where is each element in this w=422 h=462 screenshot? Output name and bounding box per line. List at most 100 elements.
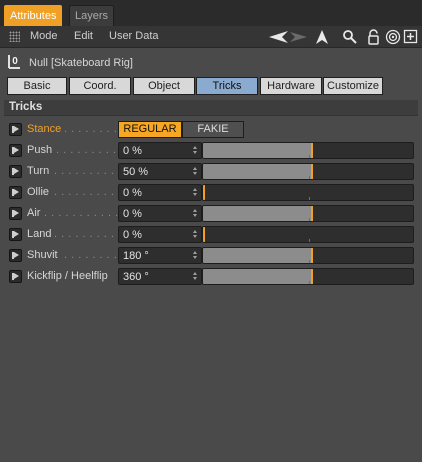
field-value: 180 ° (123, 250, 149, 262)
stepper-arrows-icon[interactable] (192, 165, 199, 178)
slider-center-tick (309, 260, 310, 263)
param-row-push: Push . . . . . . . . . . 0 % (0, 142, 422, 160)
stance-fakie-button[interactable]: FAKIE (182, 121, 244, 138)
menu-user-data[interactable]: User Data (109, 30, 159, 42)
subtab-hardware[interactable]: Hardware (260, 77, 322, 95)
keyframe-toggle-icon[interactable] (9, 186, 22, 199)
tab-attributes[interactable]: Attributes (4, 5, 63, 26)
shuvit-slider[interactable] (202, 247, 414, 264)
menu-bar: Mode Edit User Data (0, 26, 422, 48)
label-dots: . . . . . . . . . . (56, 144, 124, 156)
stepper-arrows-icon[interactable] (192, 207, 199, 220)
back-arrow-icon[interactable] (268, 29, 290, 45)
slider-center-tick (309, 218, 310, 221)
slider-handle[interactable] (311, 143, 313, 158)
keyframe-toggle-icon[interactable] (9, 123, 22, 136)
menu-edit[interactable]: Edit (74, 30, 93, 42)
label-dots: . . . . . . . . . . (54, 165, 122, 177)
subtab-tricks[interactable]: Tricks (196, 77, 258, 95)
null-icon-glyph: 0 (12, 56, 18, 67)
stepper-arrows-icon[interactable] (192, 270, 199, 283)
param-label: Push (27, 144, 53, 156)
push-slider[interactable] (202, 142, 414, 159)
stepper-arrows-icon[interactable] (192, 186, 199, 199)
slider-center-tick (309, 176, 310, 179)
object-title: Null [Skateboard Rig] (29, 57, 133, 69)
slider-fill (203, 248, 312, 263)
subtab-customize[interactable]: Customize (323, 77, 383, 95)
param-label: Kickflip / Heelflip (27, 270, 108, 282)
label-dots: . . . . . . . . . . . (44, 207, 119, 219)
param-row-air: Air . . . . . . . . . . . 0 % (0, 205, 422, 223)
air-slider[interactable] (202, 205, 414, 222)
air-value-field[interactable]: 0 % (118, 205, 202, 222)
ollie-slider[interactable] (202, 184, 414, 201)
stepper-arrows-icon[interactable] (192, 249, 199, 262)
land-slider[interactable] (202, 226, 414, 243)
slider-handle[interactable] (311, 269, 313, 284)
tricks-group-header[interactable]: Tricks (4, 100, 418, 116)
target-icon[interactable] (385, 29, 401, 45)
slider-handle[interactable] (311, 164, 313, 179)
forward-arrow-icon[interactable] (288, 29, 308, 45)
lock-icon[interactable] (366, 29, 382, 45)
new-panel-icon[interactable] (403, 29, 419, 45)
panel-tab-bar: Attributes Layers (0, 0, 422, 26)
kickflip-value-field[interactable]: 360 ° (118, 268, 202, 285)
stepper-arrows-icon[interactable] (192, 228, 199, 241)
shuvit-value-field[interactable]: 180 ° (118, 247, 202, 264)
pointer-up-icon[interactable] (314, 29, 330, 45)
field-value: 0 % (123, 187, 142, 199)
stance-regular-button[interactable]: REGULAR (118, 121, 182, 138)
search-icon[interactable] (342, 29, 358, 45)
label-dots: . . . . . . . . . . (54, 186, 122, 198)
keyframe-toggle-icon[interactable] (9, 228, 22, 241)
slider-handle[interactable] (203, 227, 205, 242)
slider-handle[interactable] (311, 206, 313, 221)
subtab-object[interactable]: Object (133, 77, 195, 95)
slider-fill (203, 206, 312, 221)
param-label: Turn (27, 165, 50, 177)
param-label: Land (27, 228, 52, 240)
null-object-icon: 0 (8, 55, 20, 69)
param-label: Air (27, 207, 41, 219)
slider-fill (203, 269, 312, 284)
drag-grip-icon[interactable] (9, 31, 20, 42)
slider-handle[interactable] (311, 248, 313, 263)
keyframe-toggle-icon[interactable] (9, 144, 22, 157)
object-header: 0 Null [Skateboard Rig] (0, 48, 422, 74)
param-label: Shuvit (27, 249, 58, 261)
kickflip-slider[interactable] (202, 268, 414, 285)
keyframe-toggle-icon[interactable] (9, 270, 22, 283)
slider-center-tick (309, 239, 310, 242)
field-value: 0 % (123, 208, 142, 220)
param-label: Ollie (27, 186, 50, 198)
slider-center-tick (309, 281, 310, 284)
subtab-basic[interactable]: Basic (7, 77, 67, 95)
menu-mode[interactable]: Mode (30, 30, 58, 42)
slider-center-tick (309, 155, 310, 158)
keyframe-toggle-icon[interactable] (9, 207, 22, 220)
tab-layers[interactable]: Layers (69, 5, 115, 26)
land-value-field[interactable]: 0 % (118, 226, 202, 243)
label-dots: . . . . . . . . . . (54, 228, 122, 240)
label-dots: . . . . . . . . . (64, 249, 125, 261)
push-value-field[interactable]: 0 % (118, 142, 202, 159)
ollie-value-field[interactable]: 0 % (118, 184, 202, 201)
param-row-kickflip: Kickflip / Heelflip 360 ° (0, 268, 422, 286)
slider-handle[interactable] (203, 185, 205, 200)
slider-fill (203, 143, 312, 158)
param-row-ollie: Ollie . . . . . . . . . . 0 % (0, 184, 422, 202)
turn-value-field[interactable]: 50 % (118, 163, 202, 180)
group-title: Tricks (9, 101, 43, 113)
keyframe-toggle-icon[interactable] (9, 165, 22, 178)
subtab-coord[interactable]: Coord. (69, 77, 131, 95)
field-value: 0 % (123, 229, 142, 241)
keyframe-toggle-icon[interactable] (9, 249, 22, 262)
param-row-shuvit: Shuvit . . . . . . . . . 180 ° (0, 247, 422, 265)
field-value: 50 % (123, 166, 149, 178)
turn-slider[interactable] (202, 163, 414, 180)
slider-fill (203, 164, 312, 179)
slider-center-tick (309, 197, 310, 200)
stepper-arrows-icon[interactable] (192, 144, 199, 157)
